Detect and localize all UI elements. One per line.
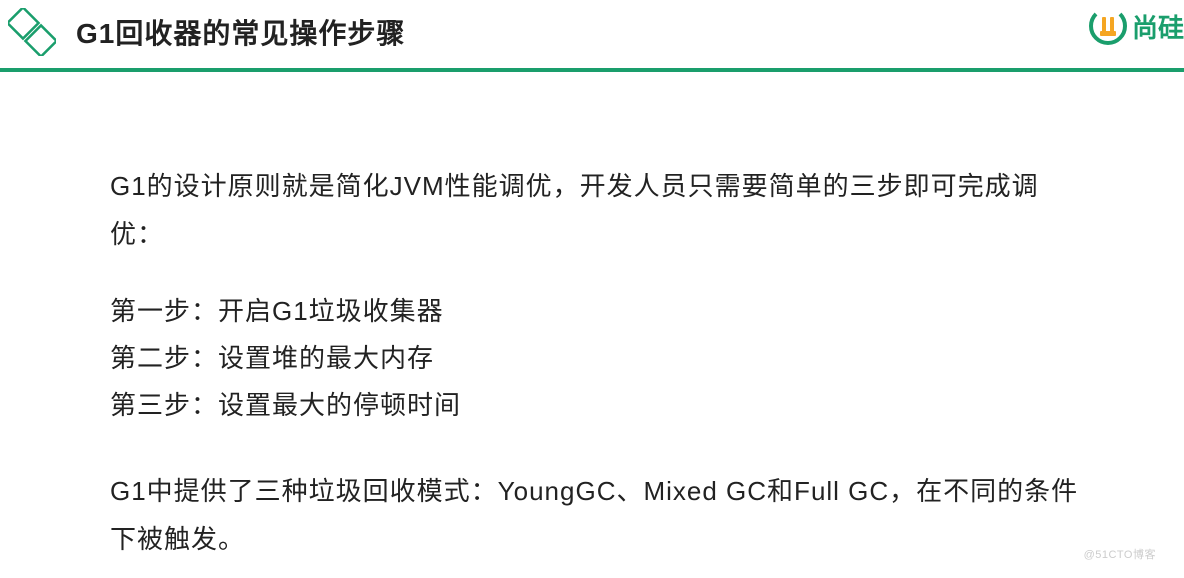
diamond-icon xyxy=(8,8,56,56)
slide-content: G1的设计原则就是简化JVM性能调优，开发人员只需要简单的三步即可完成调优： 第… xyxy=(0,72,1184,563)
watermark: @51CTO博客 xyxy=(1084,546,1156,562)
modes-paragraph: G1中提供了三种垃圾回收模式：YoungGC、Mixed GC和Full GC，… xyxy=(110,467,1084,563)
step-line: 第一步：开启G1垃圾收集器 xyxy=(110,288,1084,335)
slide-title: G1回收器的常见操作步骤 xyxy=(76,12,405,52)
brand-logo: 尚硅 xyxy=(1088,6,1184,46)
slide-header: G1回收器的常见操作步骤 尚硅 xyxy=(0,0,1184,72)
step-line: 第三步：设置最大的停顿时间 xyxy=(110,382,1084,429)
brand-icon xyxy=(1088,6,1128,46)
intro-paragraph: G1的设计原则就是简化JVM性能调优，开发人员只需要简单的三步即可完成调优： xyxy=(110,162,1084,258)
brand-text: 尚硅 xyxy=(1132,8,1184,45)
step-line: 第二步：设置堆的最大内存 xyxy=(110,335,1084,382)
steps-block: 第一步：开启G1垃圾收集器 第二步：设置堆的最大内存 第三步：设置最大的停顿时间 xyxy=(110,288,1084,428)
